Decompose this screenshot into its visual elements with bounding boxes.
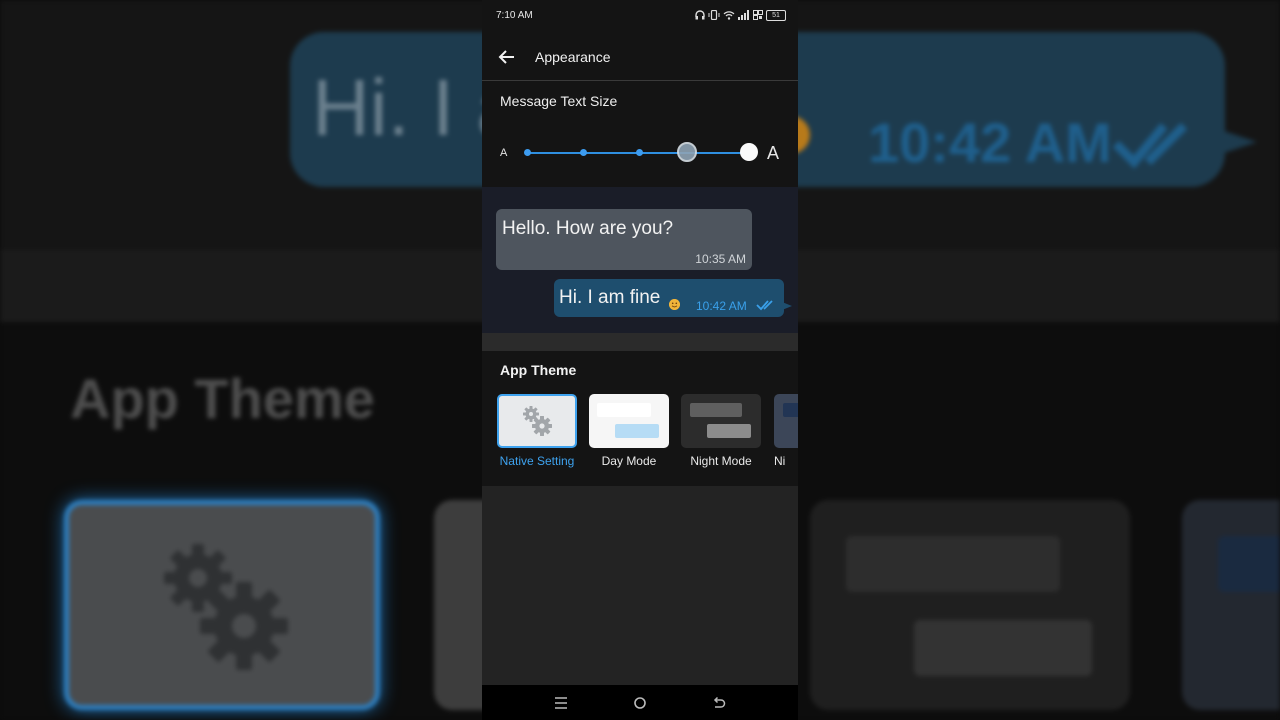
app-theme-section: App Theme Native Setting Day Mode Night … [482,351,798,486]
theme-label: Ni [774,454,786,468]
battery-indicator: 51 [766,9,786,21]
bg-message-time: 10:42 AM [868,111,1112,174]
phone-screen: 7:10 AM 51 Appearance Message Text Size … [482,0,798,720]
headphones-icon [695,10,705,20]
theme-option-night-mode[interactable]: Night Mode [681,394,761,474]
outgoing-bubble-tail [782,302,792,310]
signal-icon [738,10,749,20]
slider-focus-ring [677,142,697,162]
vibrate-icon [708,10,720,20]
text-size-section: Message Text Size A A [482,81,798,187]
empty-area [482,486,798,685]
qr-code-icon [753,10,763,20]
text-size-slider[interactable] [524,140,758,166]
home-icon[interactable] [631,694,649,712]
text-size-large-label: A [767,143,780,163]
chat-preview: Hello. How are you? 10:35 AM Hi. I am fi… [482,187,798,333]
incoming-message-time: 10:35 AM [695,252,746,266]
theme-card-native[interactable] [497,394,577,448]
theme-option-partial[interactable]: Ni [774,394,798,474]
outgoing-message-time: 10:42 AM [696,299,747,313]
bg-theme-card-night [810,500,1130,710]
outgoing-message-text: Hi. I am fine [559,287,661,308]
smiling-face-icon [669,299,680,310]
incoming-message-bubble: Hello. How are you? 10:35 AM [496,209,752,270]
status-bar: 7:10 AM 51 [482,0,798,32]
status-icons: 51 [695,8,786,22]
theme-label: Native Setting [499,454,575,468]
theme-card-day[interactable] [589,394,669,448]
incoming-message-text: Hello. How are you? [502,218,674,239]
bg-double-check-icon [1112,122,1188,168]
slider-tick[interactable] [524,149,531,156]
arrow-left-icon[interactable] [496,46,518,68]
bg-bubble-tail [1215,128,1257,156]
theme-label: Day Mode [601,454,657,468]
slider-thumb[interactable] [740,143,758,161]
theme-card-night[interactable] [681,394,761,448]
outgoing-message-bubble: Hi. I am fine 10:42 AM [554,279,784,317]
bg-theme-card-night2 [1182,500,1280,710]
app-bar: Appearance [482,32,798,81]
page-title: Appearance [535,49,611,65]
gears-icon [523,406,552,436]
theme-label: Night Mode [690,454,752,468]
section-divider [482,333,798,351]
text-size-title: Message Text Size [500,93,618,109]
status-time: 7:10 AM [496,10,533,21]
bg-section-title: App Theme [70,367,375,430]
slider-tick[interactable] [580,149,587,156]
theme-card-partial[interactable] [774,394,798,448]
text-size-small-label: A [500,147,508,159]
theme-option-day-mode[interactable]: Day Mode [589,394,669,474]
slider-tick[interactable] [636,149,643,156]
menu-icon[interactable] [552,694,570,712]
back-icon[interactable] [710,694,728,712]
system-nav-bar [482,685,798,720]
double-check-icon [756,300,773,311]
wifi-icon [723,11,735,20]
bg-gears-icon [164,544,288,670]
theme-option-native-setting[interactable]: Native Setting [497,394,577,474]
app-theme-title: App Theme [500,362,577,378]
